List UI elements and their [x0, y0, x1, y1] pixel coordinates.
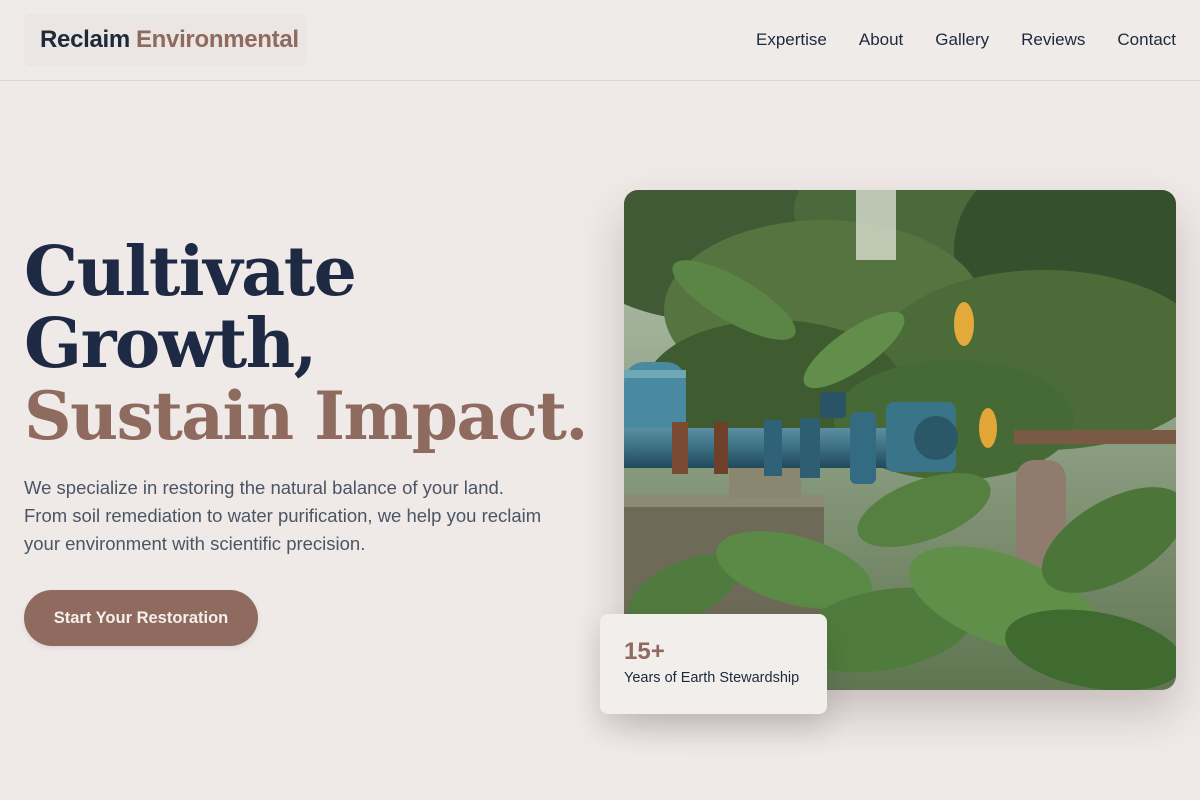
main-nav: Expertise About Gallery Reviews Contact	[756, 0, 1176, 80]
site-header: Reclaim Environmental Expertise About Ga…	[0, 0, 1200, 81]
brand-name-accent: Environmental	[135, 26, 299, 53]
hero-description: We specialize in restoring the natural b…	[24, 477, 542, 554]
stat-value: 15+	[624, 638, 665, 665]
start-restoration-button[interactable]: Start Your Restoration	[24, 590, 258, 646]
headline-line-1: Cultivate	[24, 232, 357, 312]
nav-link-about[interactable]: About	[859, 30, 903, 50]
brand-logo[interactable]: Reclaim Environmental	[24, 14, 306, 66]
nav-link-gallery[interactable]: Gallery	[935, 30, 989, 50]
headline-line-2: Growth,	[24, 304, 317, 384]
nav-link-contact[interactable]: Contact	[1117, 30, 1176, 50]
headline-line-3: Sustain Impact.	[24, 377, 588, 455]
hero-headline: Cultivate Growth, Sustain Impact.	[24, 232, 588, 455]
stat-caption: Years of Earth Stewardship	[624, 670, 800, 686]
experience-stat-card: 15+ Years of Earth Stewardship	[600, 614, 827, 714]
brand-name-primary: Reclaim	[40, 26, 130, 53]
nav-link-expertise[interactable]: Expertise	[756, 30, 827, 50]
nav-link-reviews[interactable]: Reviews	[1021, 30, 1085, 50]
